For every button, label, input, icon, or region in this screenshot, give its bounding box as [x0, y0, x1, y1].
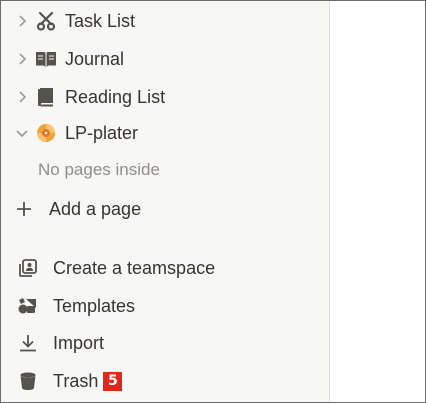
vinyl-record-icon [35, 122, 57, 144]
sidebar: Task List Journal Reading List LP-plater… [1, 1, 330, 402]
plus-icon [13, 198, 35, 220]
sidebar-page-lp-plater[interactable]: LP-plater [1, 114, 330, 152]
chevron-right-icon[interactable] [15, 14, 29, 28]
teamspace-icon [17, 257, 39, 279]
sidebar-page-task-list[interactable]: Task List [1, 2, 330, 40]
sidebar-page-label: Task List [65, 10, 136, 31]
action-label: Import [53, 332, 105, 353]
sidebar-page-label: Reading List [65, 86, 166, 107]
sidebar-page-label: Journal [65, 48, 125, 69]
open-book-icon [35, 48, 57, 70]
trash-button[interactable]: Trash 5 [1, 362, 330, 400]
empty-text: No pages inside [38, 160, 160, 179]
templates-button[interactable]: Templates [1, 287, 330, 325]
add-page-button[interactable]: Add a page [1, 190, 330, 228]
trash-icon [17, 370, 39, 392]
sidebar-page-reading-list[interactable]: Reading List [1, 78, 330, 116]
chevron-right-icon[interactable] [15, 90, 29, 104]
empty-children-placeholder: No pages inside [1, 152, 330, 188]
chevron-right-icon[interactable] [15, 52, 29, 66]
add-page-label: Add a page [49, 198, 142, 219]
trash-callout-badge: 5 [103, 371, 123, 391]
action-label: Trash [53, 370, 99, 391]
book-icon [35, 86, 57, 108]
import-button[interactable]: Import [1, 324, 330, 362]
import-icon [17, 332, 39, 354]
action-label: Templates [53, 295, 136, 316]
action-label: Create a teamspace [53, 257, 216, 278]
screenshot-frame: Task List Journal Reading List LP-plater… [0, 0, 426, 403]
sidebar-page-label: LP-plater [65, 122, 139, 143]
chevron-down-icon[interactable] [15, 126, 29, 140]
create-teamspace-button[interactable]: Create a teamspace [1, 249, 330, 287]
templates-icon [17, 295, 39, 317]
sidebar-page-journal[interactable]: Journal [1, 40, 330, 78]
scissors-icon [35, 10, 57, 32]
